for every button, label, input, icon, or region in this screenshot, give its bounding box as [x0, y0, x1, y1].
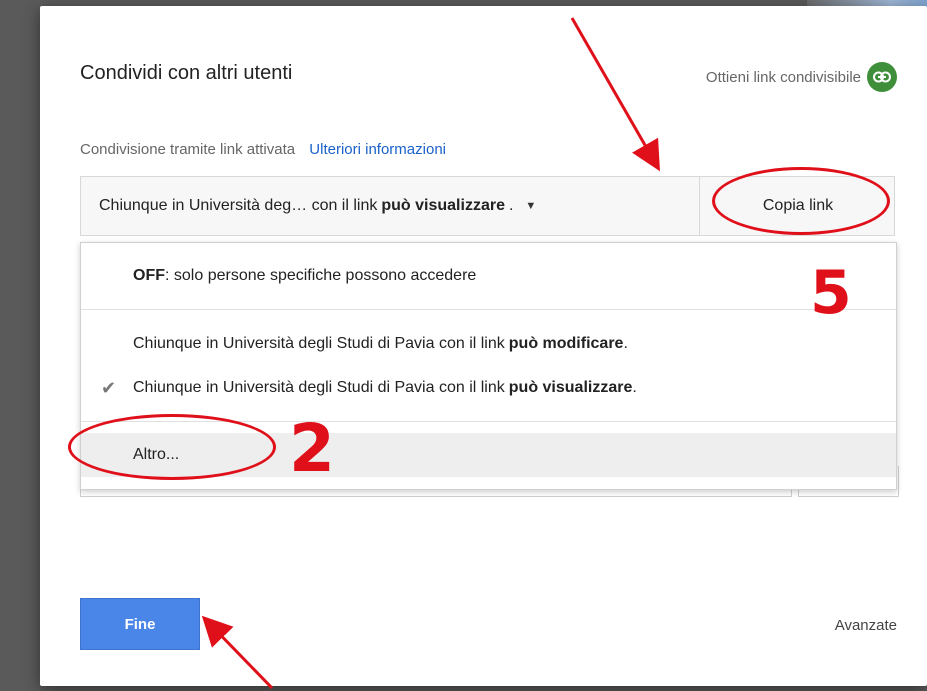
- get-link-label: Ottieni link condivisibile: [705, 68, 861, 86]
- status-text: Condivisione tramite link attivata: [80, 141, 296, 158]
- view-option-permission: può visualizzare: [508, 379, 633, 396]
- dialog-title: Condividi con altri utenti: [80, 62, 293, 84]
- link-icon[interactable]: [867, 62, 897, 92]
- advanced-link[interactable]: Avanzate: [835, 617, 897, 634]
- annotation-number-2: 2: [289, 410, 335, 487]
- caret-down-icon: ▼: [525, 200, 537, 212]
- off-description: : solo persone specifiche possono accede…: [165, 267, 477, 284]
- menu-item-can-edit[interactable]: Chiunque in Università degli Studi di Pa…: [81, 323, 896, 365]
- view-option-text: Chiunque in Università degli Studi di Pa…: [133, 379, 505, 396]
- share-select-permission: può visualizzare: [381, 197, 505, 214]
- done-button[interactable]: Fine: [80, 598, 200, 650]
- share-select-prefix: Chiunque in Università deg… con il link: [99, 197, 378, 214]
- edit-option-tail: .: [623, 335, 628, 352]
- menu-divider: [81, 309, 896, 310]
- share-select-suffix: .: [508, 197, 514, 214]
- edit-option-permission: può modificare: [508, 335, 624, 352]
- share-dialog: Condividi con altri utenti Ottieni link …: [40, 6, 927, 686]
- annotation-ellipse-copy-link: [712, 167, 890, 235]
- menu-item-off[interactable]: OFF : solo persone specifiche possono ac…: [81, 255, 896, 297]
- more-info-link[interactable]: Ulteriori informazioni: [309, 141, 446, 158]
- share-permission-dropdown[interactable]: Chiunque in Università deg… con il link …: [81, 177, 699, 235]
- view-option-tail: .: [632, 379, 637, 396]
- off-label: OFF: [133, 267, 165, 284]
- check-icon: ✔: [101, 377, 117, 398]
- edit-option-text: Chiunque in Università degli Studi di Pa…: [133, 335, 505, 352]
- annotation-number-5: 5: [810, 258, 852, 328]
- link-sharing-status: Condivisione tramite link attivata Ulter…: [80, 141, 446, 158]
- menu-item-can-view[interactable]: ✔ Chiunque in Università degli Studi di …: [81, 367, 896, 409]
- annotation-ellipse-other: [68, 414, 276, 480]
- get-shareable-link-button[interactable]: Ottieni link condivisibile: [706, 62, 897, 92]
